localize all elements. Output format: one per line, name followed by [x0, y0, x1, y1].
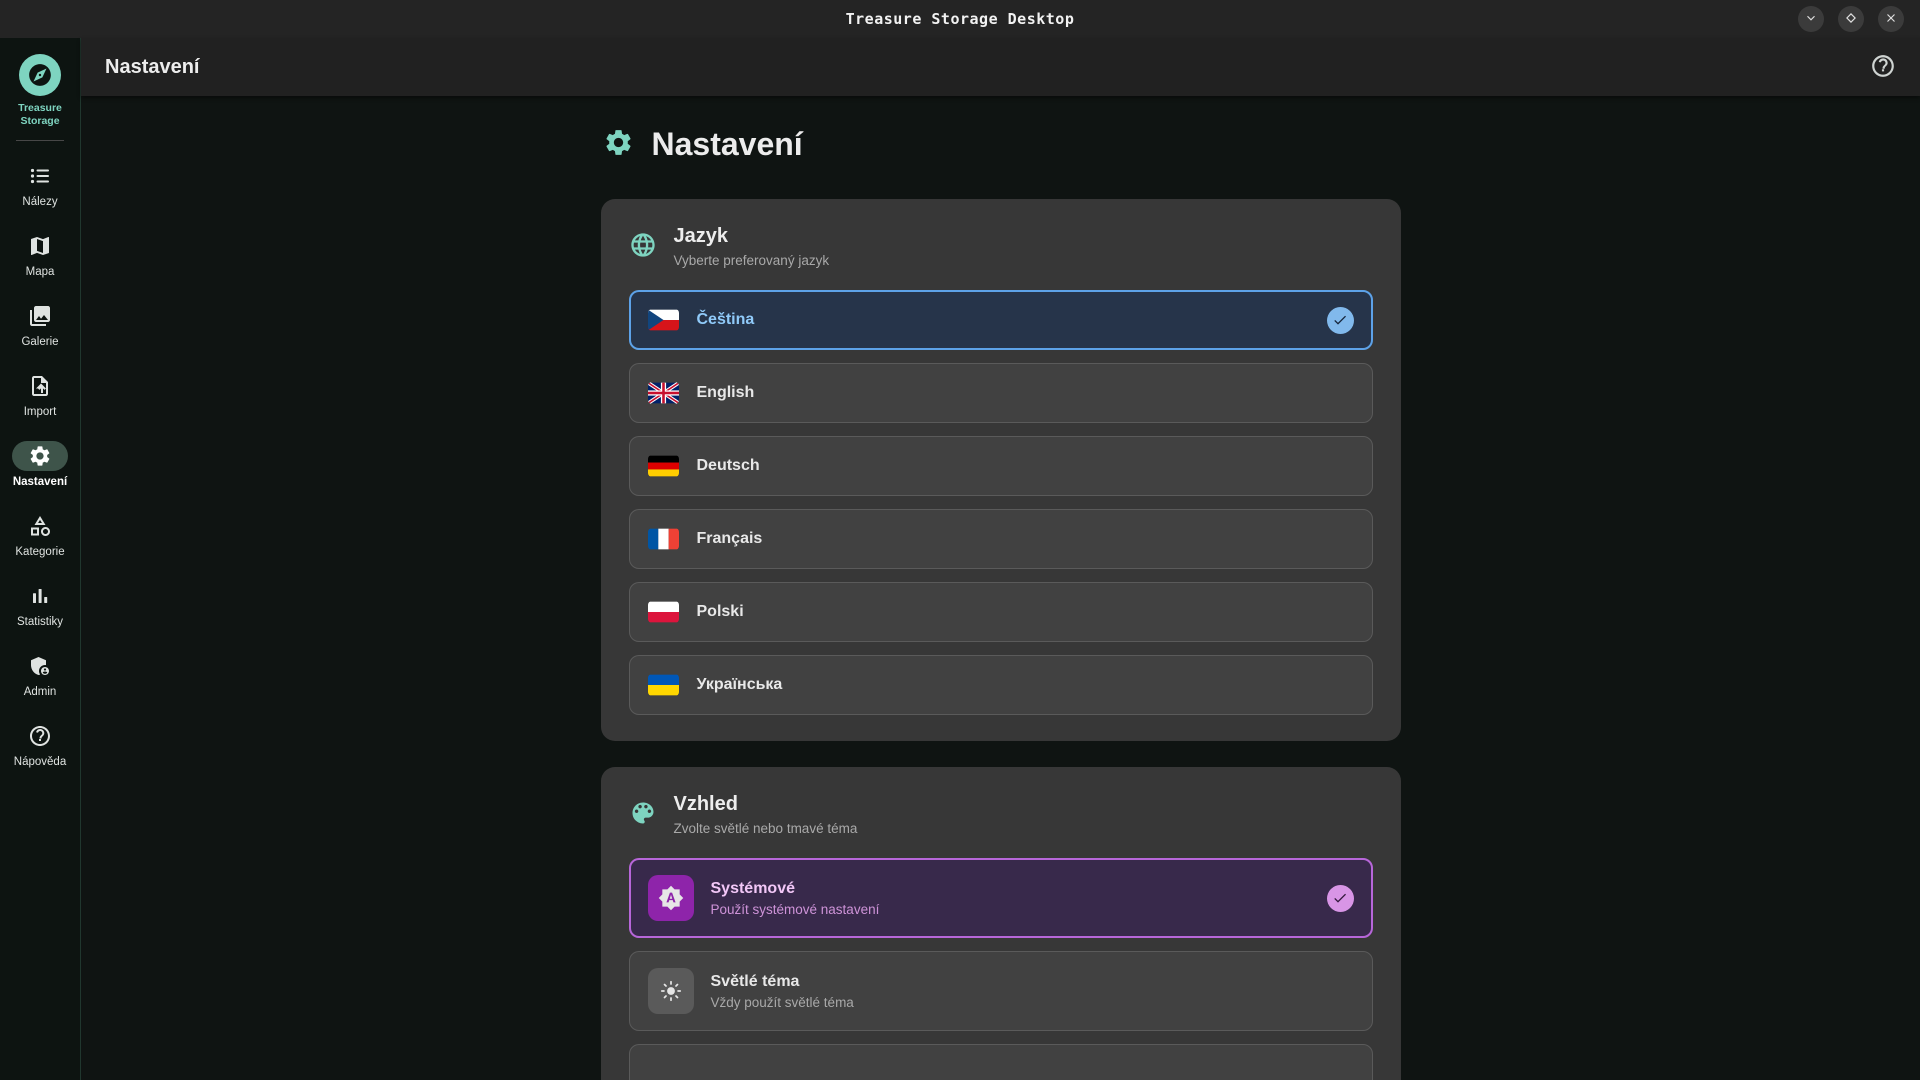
- close-button[interactable]: [1878, 6, 1904, 32]
- logo-title: Treasure Storage: [8, 102, 72, 127]
- appearance-card-subtitle: Zvolte světlé nebo tmavé téma: [674, 821, 858, 836]
- help-icon: [1870, 53, 1896, 82]
- polish-flag: [648, 601, 679, 623]
- palette-icon: [629, 793, 657, 836]
- theme-option-title: Světlé téma: [711, 973, 854, 991]
- language-option-francais[interactable]: Français: [629, 509, 1373, 569]
- header-title: Nastavení: [105, 56, 200, 79]
- file-upload-icon: [12, 371, 68, 401]
- sidebar-item-label: Import: [24, 406, 57, 418]
- maximize-button[interactable]: [1838, 6, 1864, 32]
- czech-flag: [648, 309, 679, 331]
- theme-option-partial[interactable]: [629, 1044, 1373, 1080]
- sidebar-item-label: Statistiky: [17, 616, 63, 628]
- language-option-label: Français: [697, 530, 763, 548]
- language-option-label: English: [697, 384, 755, 402]
- language-card-header: Jazyk Vyberte preferovaný jazyk: [629, 225, 1373, 268]
- sidebar-item-label: Nápověda: [14, 756, 66, 768]
- check-icon: [1327, 885, 1354, 912]
- sidebar-divider: [16, 140, 64, 141]
- language-card: Jazyk Vyberte preferovaný jazyk Čeština …: [601, 199, 1401, 741]
- language-option-ukrainska[interactable]: Українська: [629, 655, 1373, 715]
- language-option-label: Polski: [697, 603, 744, 621]
- gallery-icon: [12, 301, 68, 331]
- theme-option-system[interactable]: Systémové Použít systémové nastavení: [629, 858, 1373, 938]
- sidebar-item-admin[interactable]: Admin: [0, 646, 80, 703]
- language-option-cestina[interactable]: Čeština: [629, 290, 1373, 350]
- language-option-label: Deutsch: [697, 457, 760, 475]
- sidebar-item-label: Galerie: [21, 336, 58, 348]
- help-icon: [12, 721, 68, 751]
- language-option-label: Українська: [697, 676, 783, 694]
- sidebar-item-mapa[interactable]: Mapa: [0, 226, 80, 283]
- chevron-down-icon: [1804, 11, 1818, 28]
- language-option-polski[interactable]: Polski: [629, 582, 1373, 642]
- sun-icon: [648, 968, 694, 1014]
- language-option-english[interactable]: English: [629, 363, 1373, 423]
- theme-option-subtitle: Vždy použít světlé téma: [711, 995, 854, 1010]
- sidebar-item-kategorie[interactable]: Kategorie: [0, 506, 80, 563]
- appearance-card-header: Vzhled Zvolte světlé nebo tmavé téma: [629, 793, 1373, 836]
- minimize-button[interactable]: [1798, 6, 1824, 32]
- appearance-card: Vzhled Zvolte světlé nebo tmavé téma Sys…: [601, 767, 1401, 1080]
- close-icon: [1884, 11, 1898, 28]
- diamond-icon: [1844, 11, 1858, 28]
- bar-chart-icon: [12, 581, 68, 611]
- sidebar-item-label: Kategorie: [15, 546, 64, 558]
- admin-shield-icon: [12, 651, 68, 681]
- sidebar-item-napoveda[interactable]: Nápověda: [0, 716, 80, 773]
- ukrainian-flag: [648, 674, 679, 696]
- language-card-title: Jazyk: [674, 225, 830, 248]
- sidebar-item-nastaveni[interactable]: Nastavení: [0, 436, 80, 493]
- language-option-deutsch[interactable]: Deutsch: [629, 436, 1373, 496]
- globe-icon: [629, 225, 657, 268]
- window-title: Treasure Storage Desktop: [0, 10, 1920, 28]
- page-title: Nastavení: [652, 126, 803, 163]
- language-card-subtitle: Vyberte preferovaný jazyk: [674, 253, 830, 268]
- content-area: Nastavení Jazyk Vyberte preferovaný jazy…: [81, 96, 1920, 1080]
- theme-option-subtitle: Použít systémové nastavení: [711, 902, 880, 917]
- sidebar-item-galerie[interactable]: Galerie: [0, 296, 80, 353]
- brightness-auto-icon: [648, 875, 694, 921]
- page-header: Nastavení: [81, 38, 1920, 96]
- sidebar: Treasure Storage Nálezy Mapa Galerie Imp…: [0, 38, 81, 1080]
- window-titlebar: Treasure Storage Desktop: [0, 0, 1920, 38]
- sidebar-item-statistiky[interactable]: Statistiky: [0, 576, 80, 633]
- sidebar-item-label: Nálezy: [22, 196, 57, 208]
- theme-option-light[interactable]: Světlé téma Vždy použít světlé téma: [629, 951, 1373, 1031]
- app-logo[interactable]: Treasure Storage: [8, 54, 72, 127]
- sidebar-item-label: Admin: [24, 686, 57, 698]
- sidebar-item-label: Nastavení: [13, 476, 67, 488]
- sidebar-item-label: Mapa: [26, 266, 55, 278]
- appearance-card-title: Vzhled: [674, 793, 858, 816]
- french-flag: [648, 528, 679, 550]
- compass-icon: [19, 54, 61, 96]
- theme-option-title: Systémové: [711, 880, 880, 898]
- gear-icon: [12, 441, 68, 471]
- german-flag: [648, 455, 679, 477]
- sidebar-nav: Nálezy Mapa Galerie Import Nastavení Kat: [0, 156, 80, 786]
- list-icon: [12, 161, 68, 191]
- uk-flag: [648, 382, 679, 404]
- page-title-row: Nastavení: [601, 126, 1401, 163]
- category-icon: [12, 511, 68, 541]
- map-icon: [12, 231, 68, 261]
- gear-icon: [603, 127, 634, 163]
- help-button[interactable]: [1870, 53, 1896, 82]
- sidebar-item-import[interactable]: Import: [0, 366, 80, 423]
- language-option-label: Čeština: [697, 311, 755, 329]
- sidebar-item-nalezy[interactable]: Nálezy: [0, 156, 80, 213]
- window-controls: [1798, 6, 1904, 32]
- check-icon: [1327, 307, 1354, 334]
